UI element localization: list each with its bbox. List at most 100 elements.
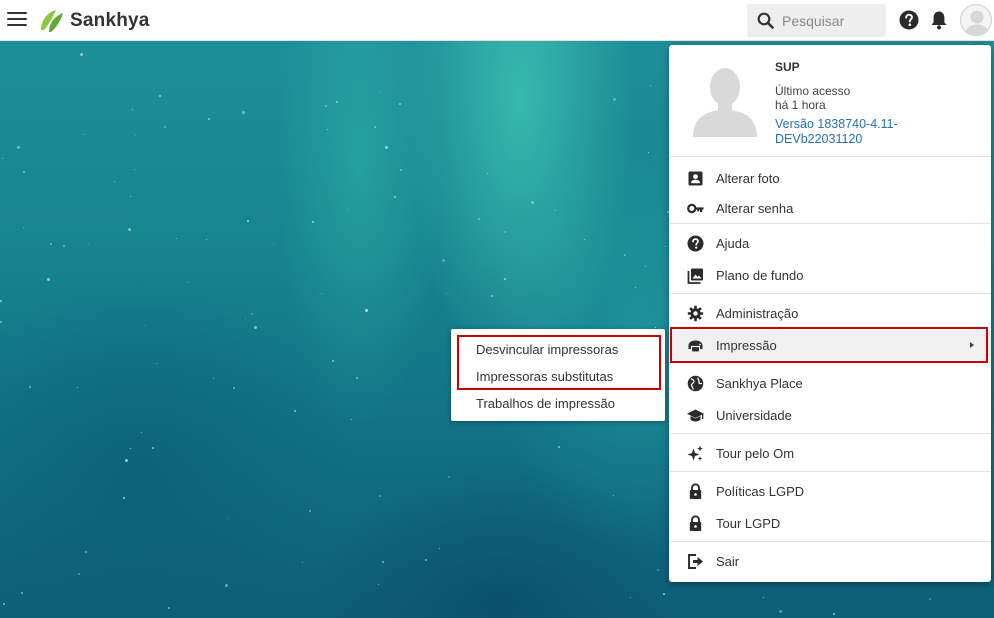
menu-item-sair[interactable]: Sair [669,546,991,576]
star [47,278,50,281]
menu-item-impressao[interactable]: Impressão [669,330,991,360]
star [78,573,80,575]
user-silhouette-icon [965,10,989,35]
star [365,309,368,312]
menu-item-label: Alterar senha [716,200,794,216]
star [208,118,210,120]
menu-item-administracao[interactable]: Administração [669,298,991,328]
menu-item-label: Alterar foto [716,170,780,186]
menu-item-ajuda[interactable]: Ajuda [669,228,991,258]
star [478,218,480,220]
star [630,597,631,598]
star [325,105,327,107]
sparkle-icon [687,445,703,461]
star [247,220,249,222]
star [312,221,314,223]
star [206,239,207,240]
star [233,387,235,389]
menu-item-label: Universidade [716,407,792,423]
star [663,593,665,595]
star [929,598,931,600]
star [321,293,322,294]
star [128,228,131,231]
star [302,562,303,563]
star [327,129,328,130]
star [3,603,5,605]
star [380,91,381,92]
star [187,282,188,283]
star [114,181,115,182]
star [242,111,245,114]
star [378,584,379,585]
star [77,387,78,388]
star [156,363,157,364]
submenu-item-trabalhos-de-impressao[interactable]: Trabalhos de impressão [451,390,665,416]
star [245,318,246,319]
menu-item-tour-lgpd[interactable]: Tour LGPD [669,508,991,538]
last-access: Último acesso há 1 hora [775,84,975,112]
star [134,169,135,170]
star [332,360,334,362]
globe-icon [687,375,704,392]
star [88,243,89,244]
avatar[interactable] [960,4,992,36]
menu-item-politicas-lgpd[interactable]: Políticas LGPD [669,476,991,506]
profile-username: SUP [775,60,800,74]
menu-item-plano-de-fundo[interactable]: Plano de fundo [669,260,991,290]
brand-logo[interactable]: Sankhya [38,8,150,34]
menu-item-tour-pelo-om[interactable]: Tour pelo Om [669,438,991,468]
lock-icon [689,515,702,531]
image-icon [687,268,703,284]
star [382,561,384,563]
search-box[interactable] [747,4,886,37]
star [448,476,450,478]
star [336,101,338,103]
logout-icon [688,554,703,569]
menu-item-label: Impressão [716,337,777,353]
star [23,227,24,228]
star [655,327,656,328]
star [394,196,396,198]
star [531,201,534,204]
star [558,446,560,448]
version-link[interactable]: Versão 1838740-4.11- DEVb22031120 [775,117,935,147]
submenu-item-impressoras-substitutas[interactable]: Impressoras substitutas [451,363,665,389]
star [439,548,440,549]
star [159,95,161,97]
search-input[interactable] [782,12,882,29]
star [213,378,214,379]
menu-item-universidade[interactable]: Universidade [669,400,991,430]
lock-icon [689,483,702,499]
menu-divider [669,293,991,294]
star [648,152,649,153]
star [176,238,177,239]
submenu-item-desvincular-impressoras[interactable]: Desvincular impressoras [451,336,665,362]
menu-item-label: Plano de fundo [716,267,804,283]
star [442,259,445,262]
version-line-1: Versão 1838740-4.11- [775,117,898,131]
profile-photo[interactable] [693,63,757,137]
help-icon[interactable] [899,10,919,30]
star [356,377,358,379]
star [555,210,556,211]
profile-header: SUP Último acesso há 1 hora Versão 18387… [669,45,991,157]
star [400,169,402,171]
menu-item-alterar-senha[interactable]: Alterar senha [669,193,991,223]
menu-icon[interactable] [7,12,27,28]
star [144,325,145,326]
star [152,447,154,449]
menu-item-alterar-foto[interactable]: Alterar foto [669,163,991,193]
star [374,126,376,128]
star [833,613,835,615]
bell-icon[interactable] [930,10,948,30]
menu-item-label: Políticas LGPD [716,483,805,499]
star [504,231,506,233]
star [2,158,3,159]
menu-item-sankhya-place[interactable]: Sankhya Place [669,368,991,398]
star [779,610,782,613]
menu-divider [669,433,991,434]
star [309,510,311,512]
menu-item-label: Ajuda [716,235,750,251]
menu-divider [669,541,991,542]
menu-item-label: Tour LGPD [716,515,781,531]
